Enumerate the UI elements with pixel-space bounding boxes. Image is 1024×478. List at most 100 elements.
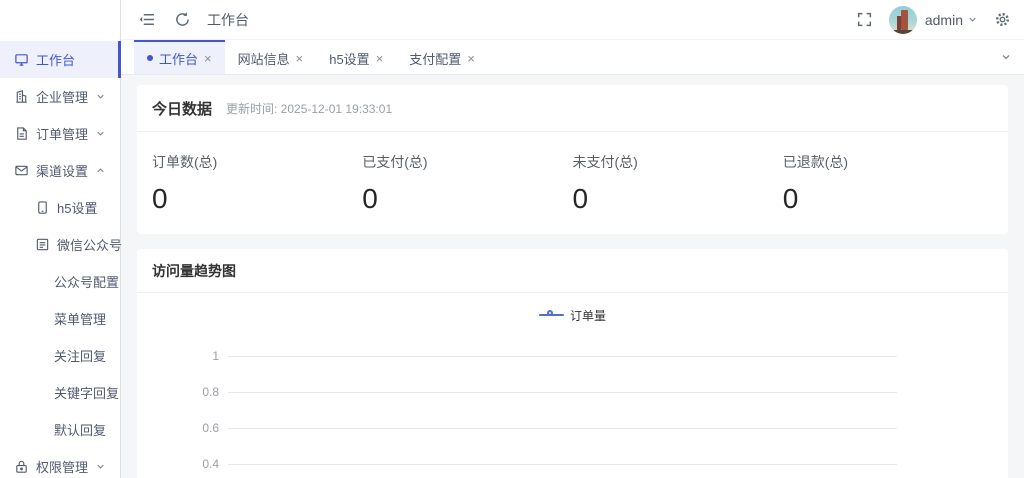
sidebar-item-enterprise[interactable]: 企业管理 xyxy=(0,78,120,115)
y-axis-tick: 1 xyxy=(137,349,228,363)
stat-value: 0 xyxy=(783,182,993,216)
sidebar-item-label: h5设置 xyxy=(57,198,97,217)
tab-website-info[interactable]: 网站信息 × xyxy=(225,40,317,74)
tab-options-button[interactable] xyxy=(988,40,1024,74)
stat-unpaid: 未支付(总) 0 xyxy=(573,152,783,216)
updated-timestamp: 更新时间: 2025-12-01 19:33:01 xyxy=(226,100,392,117)
username[interactable]: admin xyxy=(925,12,963,28)
top-header: 工作台 admin xyxy=(121,0,1024,40)
gridline xyxy=(228,428,897,429)
today-data-card-header: 今日数据 更新时间: 2025-12-01 19:33:01 xyxy=(137,85,1008,132)
user-menu-chevron-icon[interactable] xyxy=(967,14,978,25)
sidebar-item-default-reply[interactable]: 默认回复 xyxy=(0,411,120,448)
tab-label: 网站信息 xyxy=(238,49,290,68)
sidebar-item-keyword-reply[interactable]: 关键字回复 xyxy=(0,374,120,411)
sidebar-item-label: 关注回复 xyxy=(54,346,106,365)
lock-icon xyxy=(13,459,29,475)
tab-bar: 工作台 × 网站信息 × h5设置 × 支付配置 × xyxy=(121,40,1024,75)
tab-label: 支付配置 xyxy=(409,49,461,68)
sidebar-item-official-account-config[interactable]: 公众号配置 xyxy=(0,263,120,300)
refresh-icon xyxy=(174,11,191,28)
menu-fold-icon xyxy=(139,11,156,28)
chevron-down-icon xyxy=(1000,51,1012,63)
tab-h5-settings[interactable]: h5设置 × xyxy=(316,40,396,74)
fullscreen-button[interactable] xyxy=(855,10,875,30)
card-title: 今日数据 xyxy=(152,98,212,119)
close-icon[interactable]: × xyxy=(376,52,384,65)
stat-refunded: 已退款(总) 0 xyxy=(783,152,993,216)
stat-value: 0 xyxy=(573,182,783,216)
building-icon xyxy=(13,89,29,105)
stat-label: 订单数(总) xyxy=(152,152,362,172)
stats-row: 订单数(总) 0 已支付(总) 0 未支付(总) 0 已退款(总) 0 xyxy=(137,132,1008,234)
legend-label: 订单量 xyxy=(570,307,606,324)
sidebar-item-label: 关键字回复 xyxy=(54,383,119,402)
close-icon[interactable]: × xyxy=(204,52,212,65)
sidebar-item-label: 默认回复 xyxy=(54,420,106,439)
fullscreen-icon xyxy=(856,11,873,28)
line-chart: 订单量 1 0.8 0.6 xyxy=(137,305,1008,478)
sidebar-item-label: 订单管理 xyxy=(36,124,88,143)
mail-icon xyxy=(13,163,29,179)
stat-total-orders: 订单数(总) 0 xyxy=(152,152,362,216)
visit-trend-card: 访问量趋势图 订单量 1 xyxy=(137,249,1008,478)
document-icon xyxy=(13,126,29,142)
y-axis-tick: 0.8 xyxy=(137,385,228,399)
sidebar-item-permissions[interactable]: 权限管理 xyxy=(0,448,120,478)
line-series-marker-icon xyxy=(539,310,564,320)
breadcrumb: 工作台 xyxy=(207,10,249,30)
gridline-row: 1 xyxy=(137,338,1008,374)
article-icon xyxy=(34,237,50,253)
chevron-down-icon xyxy=(95,461,106,472)
chevron-down-icon xyxy=(95,128,106,139)
close-icon[interactable]: × xyxy=(467,52,475,65)
stat-label: 已退款(总) xyxy=(783,152,993,172)
collapse-sidebar-button[interactable] xyxy=(137,10,157,30)
sidebar-item-label: 工作台 xyxy=(36,50,75,69)
sidebar-item-wechat-official[interactable]: 微信公众号 xyxy=(0,226,120,263)
gridline xyxy=(228,464,897,465)
stat-label: 未支付(总) xyxy=(573,152,783,172)
gridline-row: 0.4 xyxy=(137,446,1008,478)
monitor-icon xyxy=(13,52,29,68)
gridline-row: 0.6 xyxy=(137,410,1008,446)
sidebar-item-label: 权限管理 xyxy=(36,457,88,476)
chart-legend-orders[interactable]: 订单量 xyxy=(137,305,1008,325)
active-dot xyxy=(147,55,153,61)
settings-button[interactable] xyxy=(992,10,1012,30)
phone-icon xyxy=(34,200,50,216)
visit-trend-card-header: 访问量趋势图 xyxy=(137,249,1008,293)
tab-payment-config[interactable]: 支付配置 × xyxy=(396,40,488,74)
sidebar-item-label: 企业管理 xyxy=(36,87,88,106)
sidebar-item-orders[interactable]: 订单管理 xyxy=(0,115,120,152)
stat-paid: 已支付(总) 0 xyxy=(362,152,572,216)
sidebar-item-menu-management[interactable]: 菜单管理 xyxy=(0,300,120,337)
chevron-down-icon xyxy=(95,91,106,102)
refresh-button[interactable] xyxy=(172,10,192,30)
sidebar-item-label: 公众号配置 xyxy=(54,272,119,291)
main-column: 工作台 admin xyxy=(121,0,1024,478)
tab-workbench[interactable]: 工作台 × xyxy=(134,40,225,74)
sidebar-item-workbench[interactable]: 工作台 xyxy=(0,41,120,78)
sidebar-item-label: 菜单管理 xyxy=(54,309,106,328)
sidebar-item-label: 渠道设置 xyxy=(36,161,88,180)
card-title: 访问量趋势图 xyxy=(152,261,236,281)
stat-value: 0 xyxy=(152,182,362,216)
stat-label: 已支付(总) xyxy=(362,152,572,172)
avatar[interactable] xyxy=(889,6,917,34)
tab-label: 工作台 xyxy=(159,49,198,68)
y-axis-tick: 0.4 xyxy=(137,457,228,471)
sidebar-item-h5-settings[interactable]: h5设置 xyxy=(0,189,120,226)
y-axis-tick: 0.6 xyxy=(137,421,228,435)
tab-label: h5设置 xyxy=(329,49,369,68)
header-actions: admin xyxy=(855,6,1012,34)
sidebar-item-channels[interactable]: 渠道设置 xyxy=(0,152,120,189)
gridline xyxy=(228,392,897,393)
chevron-up-icon xyxy=(95,165,106,176)
sidebar-item-follow-reply[interactable]: 关注回复 xyxy=(0,337,120,374)
sidebar: 工作台 企业管理 订单管理 渠道设置 xyxy=(0,0,121,478)
close-icon[interactable]: × xyxy=(296,52,304,65)
gear-icon xyxy=(994,11,1011,28)
gridline xyxy=(228,356,897,357)
stat-value: 0 xyxy=(362,182,572,216)
